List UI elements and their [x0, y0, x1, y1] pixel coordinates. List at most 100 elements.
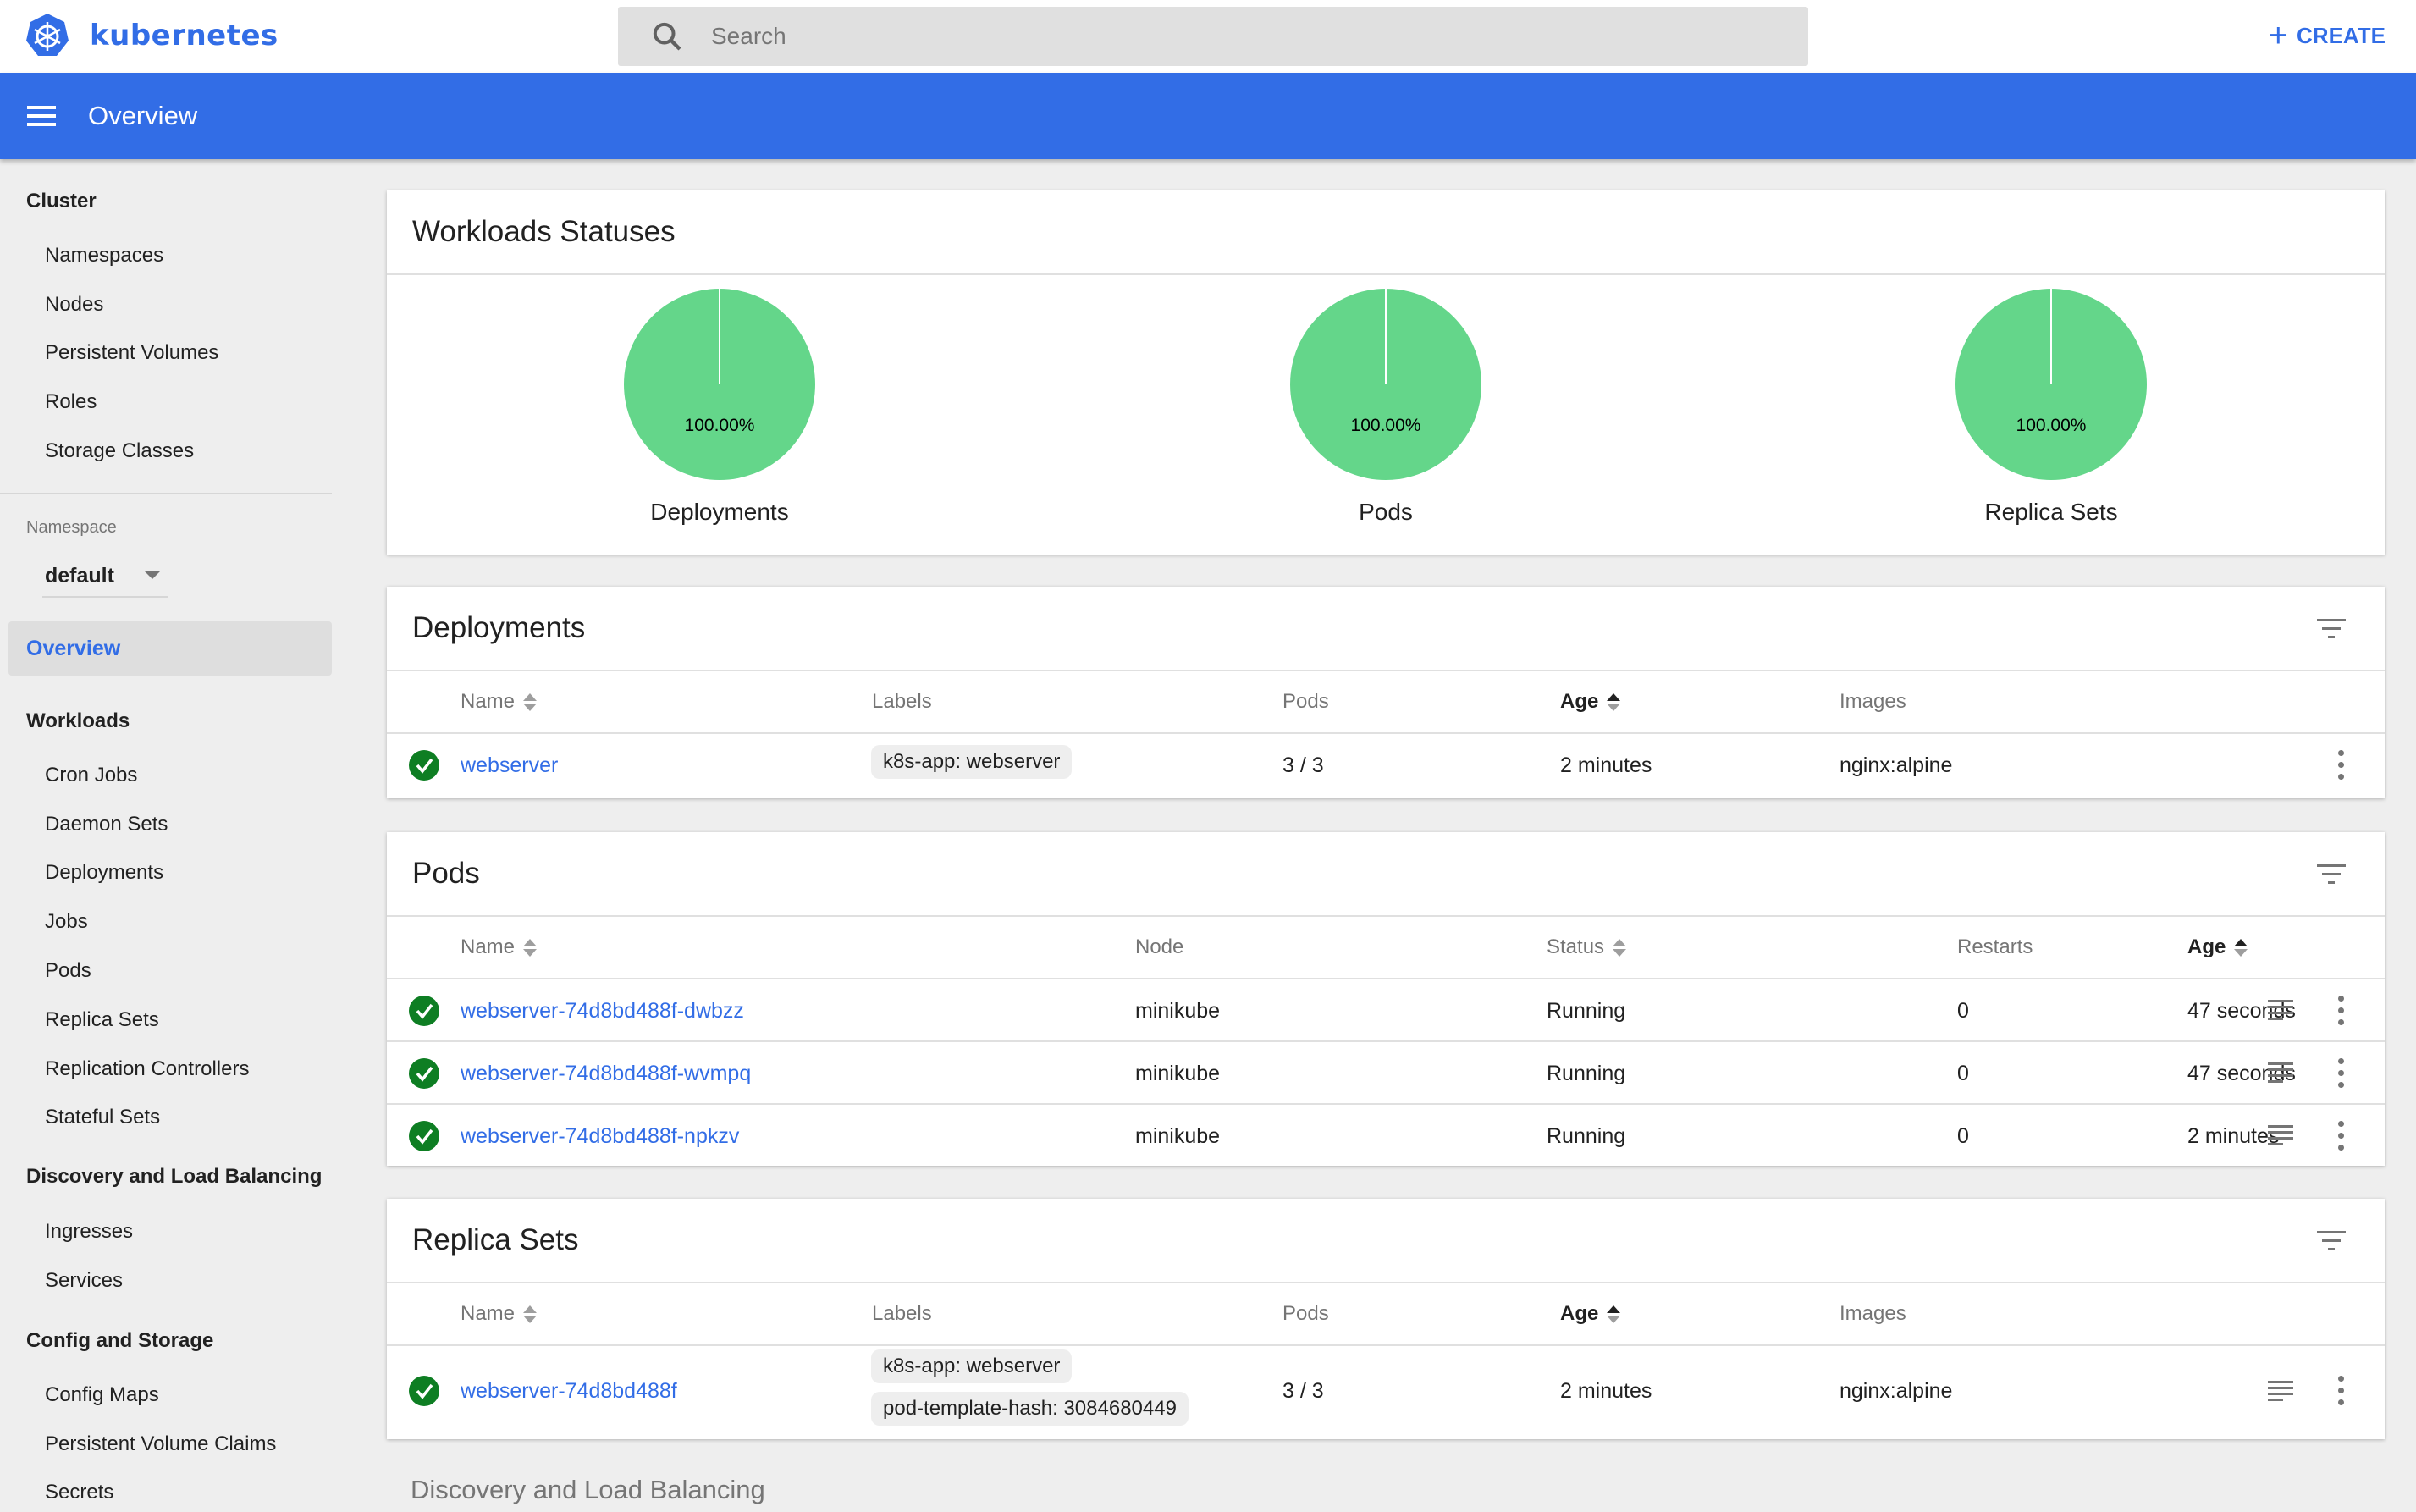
column-age[interactable]: Age	[1560, 1302, 1621, 1326]
search-input[interactable]	[711, 23, 1727, 50]
sort-icon	[523, 1305, 538, 1323]
replica-set-name-link[interactable]: webserver-74d8bd488f	[461, 1379, 677, 1404]
table-row: webserver-74d8bd488f-npkzv minikube Runnin…	[387, 1105, 2385, 1167]
sidebar-item-deployments[interactable]: Deployments	[45, 861, 163, 885]
table-row: webserver-74d8bd488f-wvmpq minikube Runnin…	[387, 1042, 2385, 1105]
sidebar-item-storage-classes[interactable]: Storage Classes	[45, 439, 194, 463]
column-labels: Labels	[872, 1302, 932, 1325]
replica-sets-card: Replica Sets Name Labels Pods Age Images…	[387, 1199, 2385, 1439]
logs-icon[interactable]	[2268, 1000, 2293, 1022]
more-vert-icon[interactable]	[2336, 996, 2346, 1026]
pods-count: 3 / 3	[1282, 753, 1324, 777]
sidebar-item-nodes[interactable]: Nodes	[45, 293, 103, 317]
sidebar-item-replication-controllers[interactable]: Replication Controllers	[45, 1057, 249, 1081]
sidebar-item-replica-sets[interactable]: Replica Sets	[45, 1008, 159, 1032]
node: minikube	[1135, 1062, 1221, 1085]
label-chip: k8s-app: webserver	[871, 1349, 1073, 1383]
pods-count: 3 / 3	[1282, 1379, 1324, 1403]
namespace-value: default	[45, 563, 114, 588]
sidebar-divider	[0, 493, 332, 494]
column-name[interactable]: Name	[461, 935, 538, 959]
sidebar-item-secrets[interactable]: Secrets	[45, 1481, 113, 1504]
sidebar-group-workloads[interactable]: Workloads	[26, 709, 130, 733]
card-title: Deployments	[412, 611, 586, 644]
pod-name-link[interactable]: webserver-74d8bd488f-dwbzz	[461, 999, 744, 1024]
sidebar-item-roles[interactable]: Roles	[45, 390, 97, 414]
sort-icon	[1613, 938, 1627, 957]
pie-data-label: 100.00%	[685, 416, 755, 435]
sidebar-item-cron-jobs[interactable]: Cron Jobs	[45, 764, 137, 787]
table-header: Name Labels Pods Age Images	[387, 1283, 2385, 1346]
table-header: Name Labels Pods Age Images	[387, 671, 2385, 734]
sidebar-item-services[interactable]: Services	[45, 1269, 123, 1293]
sidebar-item-persistent-volumes[interactable]: Persistent Volumes	[45, 341, 218, 365]
column-pods: Pods	[1282, 1302, 1329, 1325]
sidebar-group-config[interactable]: Config and Storage	[26, 1329, 213, 1353]
images: nginx:alpine	[1840, 753, 1953, 777]
more-vert-icon[interactable]	[2336, 1121, 2346, 1151]
app-name: kubernetes	[90, 19, 279, 52]
more-vert-icon[interactable]	[2336, 1058, 2346, 1089]
pod-name-link[interactable]: webserver-74d8bd488f-npkzv	[461, 1124, 739, 1149]
column-name[interactable]: Name	[461, 1302, 538, 1326]
sidebar-item-persistent-volume-claims[interactable]: Persistent Volume Claims	[45, 1432, 276, 1456]
sidebar-item-config-maps[interactable]: Config Maps	[45, 1383, 159, 1407]
logs-icon[interactable]	[2268, 1125, 2293, 1147]
card-header: Workloads Statuses	[387, 190, 2385, 275]
column-images: Images	[1840, 1302, 1906, 1325]
sidebar-item-overview[interactable]: Overview	[8, 621, 332, 676]
section-heading-discovery: Discovery and Load Balancing	[411, 1475, 765, 1504]
column-node: Node	[1135, 935, 1184, 958]
column-name[interactable]: Name	[461, 690, 538, 714]
sidebar-item-jobs[interactable]: Jobs	[45, 910, 88, 934]
card-header: Deployments	[387, 587, 2385, 671]
search-bar[interactable]	[618, 7, 1808, 66]
sidebar-item-ingresses[interactable]: Ingresses	[45, 1220, 133, 1244]
sort-icon	[523, 938, 538, 957]
column-age[interactable]: Age	[2187, 935, 2248, 959]
sort-ascending-icon	[1607, 1305, 1621, 1323]
sidebar-item-daemon-sets[interactable]: Daemon Sets	[45, 813, 168, 836]
status-ok-icon	[409, 1121, 439, 1151]
pie-data-label: 100.00%	[1351, 416, 1421, 435]
create-button[interactable]: + CREATE	[2269, 19, 2386, 52]
card-header: Replica Sets	[387, 1199, 2385, 1283]
logs-icon[interactable]	[2268, 1381, 2293, 1403]
namespace-select[interactable]: default	[42, 555, 168, 598]
logs-icon[interactable]	[2268, 1062, 2293, 1084]
card-title: Workloads Statuses	[412, 215, 676, 248]
pod-name-link[interactable]: webserver-74d8bd488f-wvmpq	[461, 1062, 751, 1086]
more-vert-icon[interactable]	[2336, 750, 2346, 781]
card-title: Pods	[412, 857, 480, 890]
pie-title: Pods	[1359, 499, 1413, 525]
filter-icon[interactable]	[2317, 864, 2346, 886]
label-chip: k8s-app: webserver	[871, 745, 1073, 779]
pie-svg: 100.00%	[624, 289, 815, 480]
pie-svg: 100.00%	[1290, 289, 1481, 480]
node: minikube	[1135, 1124, 1221, 1148]
pod-status: Running	[1547, 999, 1626, 1023]
sidebar-item-pods[interactable]: Pods	[45, 959, 91, 983]
sidebar: Cluster Namespaces Nodes Persistent Volu…	[0, 159, 339, 1512]
filter-icon[interactable]	[2317, 1231, 2346, 1253]
pie-chart-pods: 100.00% Pods	[1250, 286, 1521, 526]
sidebar-item-namespaces[interactable]: Namespaces	[45, 244, 163, 268]
top-bar: kubernetes + CREATE	[0, 0, 2416, 73]
plus-icon: +	[2268, 17, 2289, 54]
sidebar-item-stateful-sets[interactable]: Stateful Sets	[45, 1106, 160, 1129]
deployment-name-link[interactable]: webserver	[461, 753, 558, 778]
menu-icon[interactable]	[27, 106, 56, 126]
column-age[interactable]: Age	[1560, 690, 1621, 714]
sidebar-group-cluster[interactable]: Cluster	[26, 190, 97, 213]
age: 2 minutes	[2187, 1124, 2280, 1148]
pie-chart-deployments: 100.00% Deployments	[584, 286, 855, 526]
filter-icon[interactable]	[2317, 619, 2346, 641]
sidebar-group-discovery[interactable]: Discovery and Load Balancing	[26, 1165, 322, 1189]
card-header: Pods	[387, 832, 2385, 917]
kubernetes-logo[interactable]: kubernetes	[24, 12, 279, 59]
pod-status: Running	[1547, 1124, 1626, 1148]
pie-data-label: 100.00%	[2016, 416, 2087, 435]
column-status[interactable]: Status	[1547, 935, 1627, 959]
namespace-label: Namespace	[26, 518, 117, 537]
more-vert-icon[interactable]	[2336, 1376, 2346, 1406]
